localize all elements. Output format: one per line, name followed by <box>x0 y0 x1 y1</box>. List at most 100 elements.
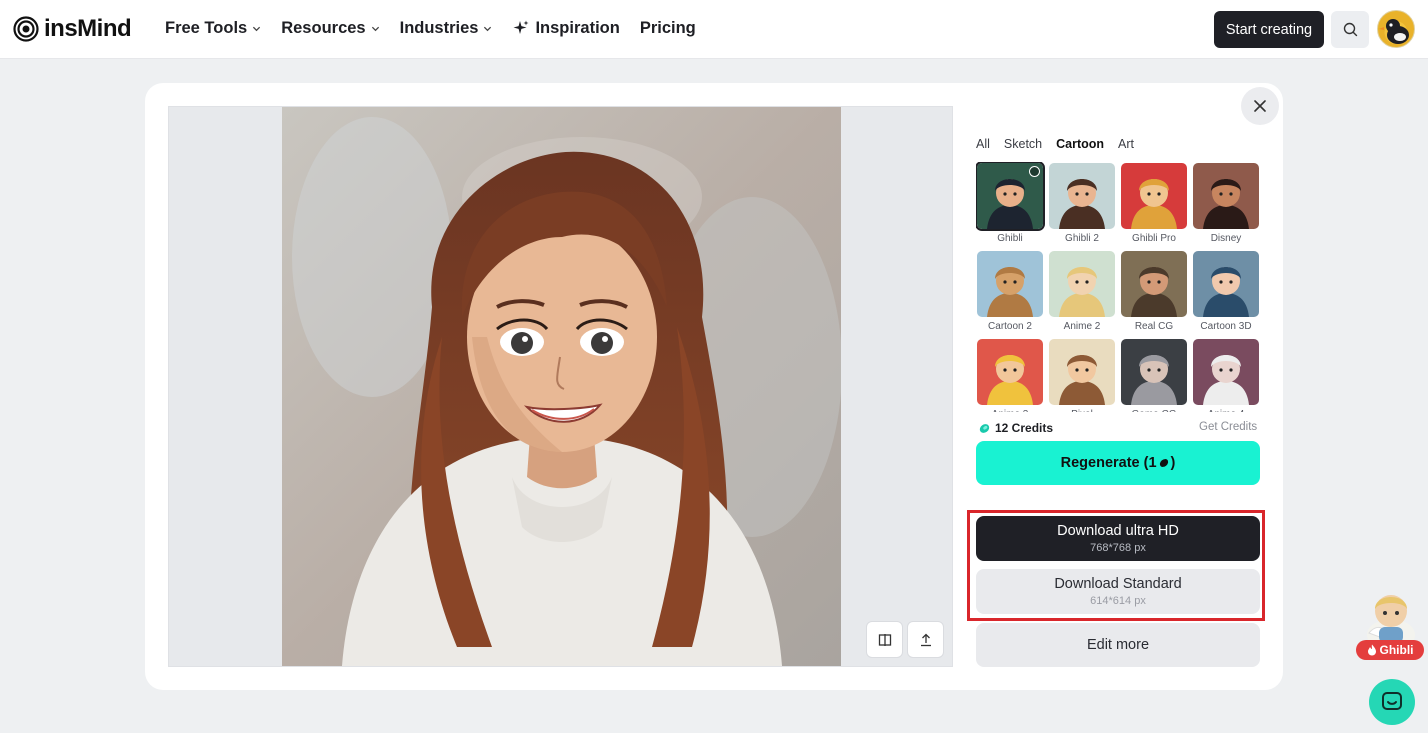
style-thumbnail <box>1193 339 1259 405</box>
style-thumbnail-image <box>1049 163 1115 229</box>
highlight-box <box>967 510 1265 621</box>
logo-spiral-icon <box>13 16 39 42</box>
style-thumbnail <box>1193 251 1259 317</box>
start-creating-button[interactable]: Start creating <box>1214 11 1324 48</box>
chat-icon <box>1382 692 1402 710</box>
style-thumbnail <box>977 163 1043 229</box>
style-thumbnail <box>1121 339 1187 405</box>
tab-all[interactable]: All <box>976 137 990 151</box>
style-label: Real CG <box>1134 321 1174 332</box>
style-option[interactable]: Ghibli <box>977 163 1043 244</box>
image-preview <box>168 106 953 667</box>
style-label: Cartoon 3D <box>1200 321 1252 332</box>
style-grid: Ghibli Ghibli 2 Ghibli Pro Disney Cartoon 2 A… <box>976 162 1260 412</box>
style-label: Anime 2 <box>1063 321 1101 332</box>
chevron-down-icon <box>484 26 492 31</box>
edit-more-button[interactable]: Edit more <box>976 623 1260 667</box>
style-label: Ghibli Pro <box>1132 233 1176 244</box>
share-button[interactable] <box>907 621 944 658</box>
credit-coin-icon <box>979 423 990 433</box>
style-option[interactable]: Ghibli 2 <box>1049 163 1115 244</box>
fire-icon <box>1367 644 1376 656</box>
style-thumbnail-image <box>977 339 1043 405</box>
style-thumbnail-image <box>1049 339 1115 405</box>
style-option[interactable]: Pixel <box>1049 339 1115 412</box>
nav-menu: Free Tools Resources Industries Inspirat… <box>165 17 716 39</box>
style-option[interactable]: Disney <box>1193 163 1259 244</box>
ghibli-badge[interactable]: Ghibli <box>1356 640 1424 660</box>
style-tabs: All Sketch Cartoon Art <box>976 137 1148 151</box>
close-button[interactable] <box>1241 87 1279 125</box>
nav-pricing-label: Pricing <box>639 18 696 37</box>
search-button[interactable] <box>1331 11 1369 48</box>
selected-indicator-icon <box>1029 166 1040 177</box>
nav-inspiration[interactable]: Inspiration <box>512 17 620 39</box>
style-option[interactable]: Anime 2 <box>1049 251 1115 332</box>
style-label: Anime 4 <box>1193 409 1259 412</box>
tab-sketch[interactable]: Sketch <box>1004 137 1042 151</box>
style-label: Ghibli <box>997 233 1023 244</box>
style-thumbnail <box>1193 163 1259 229</box>
style-label: Disney <box>1210 233 1242 244</box>
compare-button[interactable] <box>866 621 903 658</box>
style-label: Pixel <box>1049 409 1115 412</box>
style-thumbnail <box>1121 163 1187 229</box>
nav-free-tools-label: Free Tools <box>165 18 248 37</box>
close-icon <box>1254 100 1266 112</box>
regenerate-label: Regenerate (1 <box>1060 455 1157 471</box>
style-label: Ghibli 2 <box>1065 233 1099 244</box>
nav-inspiration-label: Inspiration <box>535 18 620 37</box>
nav-pricing[interactable]: Pricing <box>640 17 696 39</box>
style-option[interactable]: Ghibli Pro <box>1121 163 1187 244</box>
nav-industries-label: Industries <box>399 18 479 37</box>
credits-display: 12 Credits <box>978 421 1053 435</box>
search-icon <box>1343 22 1357 37</box>
style-thumbnail <box>1049 339 1115 405</box>
portrait-illustration <box>282 107 841 666</box>
nav-resources-label: Resources <box>281 18 366 37</box>
chat-support-button[interactable] <box>1369 679 1415 725</box>
logo[interactable]: insMind <box>13 15 132 43</box>
style-thumbnail-image <box>1121 163 1187 229</box>
style-thumbnail-image <box>977 251 1043 317</box>
top-nav: insMind Free Tools Resources Industries … <box>0 0 1428 59</box>
style-thumbnail-image <box>1121 251 1187 317</box>
tab-art[interactable]: Art <box>1118 137 1134 151</box>
style-thumbnail <box>1049 163 1115 229</box>
chevron-down-icon <box>371 26 379 31</box>
duck-avatar-icon <box>1379 19 1409 44</box>
style-option[interactable]: Anime 3 <box>977 339 1043 412</box>
upload-icon <box>920 633 931 646</box>
generated-portrait-image <box>282 107 841 666</box>
chevron-down-icon <box>253 26 261 31</box>
credit-coin-icon <box>1159 459 1168 467</box>
style-option[interactable]: Anime 4 <box>1193 339 1259 412</box>
style-thumbnail-image <box>1193 163 1259 229</box>
compare-icon <box>878 633 891 646</box>
style-label: Cartoon 2 <box>988 321 1032 332</box>
style-thumbnail <box>1121 251 1187 317</box>
style-thumbnail-image <box>1193 251 1259 317</box>
avatar[interactable] <box>1377 10 1415 48</box>
logo-text: insMind <box>44 15 132 42</box>
sparkle-icon <box>513 20 529 34</box>
nav-free-tools[interactable]: Free Tools <box>165 17 261 39</box>
regenerate-button[interactable]: Regenerate (1 ) <box>976 441 1260 485</box>
tab-cartoon[interactable]: Cartoon <box>1056 137 1104 151</box>
style-thumbnail-image <box>1121 339 1187 405</box>
style-option[interactable]: Cartoon 2 <box>977 251 1043 332</box>
credits-label: 12 Credits <box>995 421 1054 435</box>
nav-industries[interactable]: Industries <box>400 17 493 39</box>
regenerate-suffix: ) <box>1170 455 1176 471</box>
style-thumbnail-image <box>1049 251 1115 317</box>
ghibli-badge-label: Ghibli <box>1379 643 1414 657</box>
style-label: Game CG <box>1121 409 1187 412</box>
nav-resources[interactable]: Resources <box>281 17 379 39</box>
style-option[interactable]: Cartoon 3D <box>1193 251 1259 332</box>
style-option[interactable]: Game CG <box>1121 339 1187 412</box>
style-option[interactable]: Real CG <box>1121 251 1187 332</box>
style-thumbnail <box>1049 251 1115 317</box>
style-thumbnail-image <box>1193 339 1259 405</box>
style-thumbnail <box>977 339 1043 405</box>
get-credits-link[interactable]: Get Credits <box>1199 421 1257 433</box>
